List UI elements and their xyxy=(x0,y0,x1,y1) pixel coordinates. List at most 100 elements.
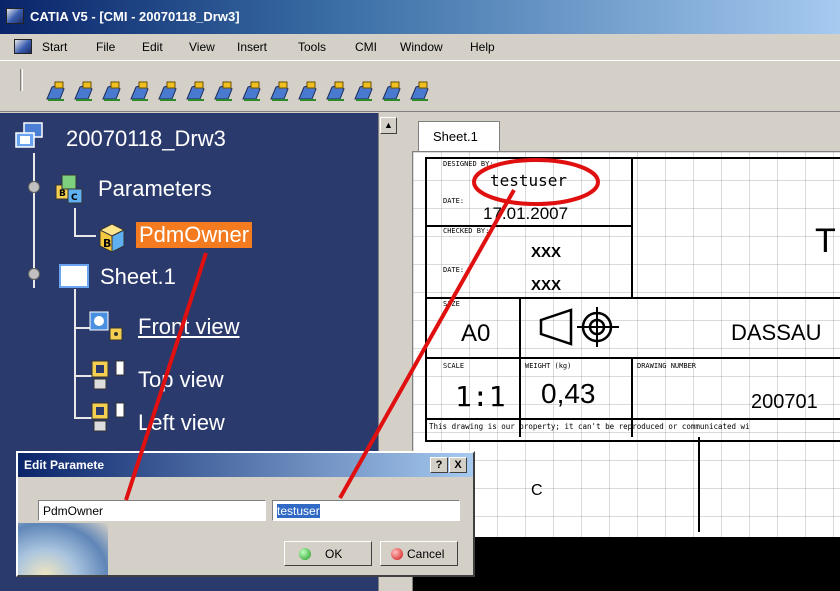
drawing-title-partial: T xyxy=(815,222,836,260)
drawing-tool-icon[interactable] xyxy=(44,79,68,103)
menu-edit[interactable]: Edit xyxy=(142,40,163,54)
catia-menu-icon[interactable] xyxy=(14,39,32,54)
drawing-tool-icon[interactable] xyxy=(380,79,404,103)
checked-by-value: XXX xyxy=(531,244,562,261)
catia-logo-icon xyxy=(6,8,24,24)
menu-insert[interactable]: Insert xyxy=(237,40,267,54)
menu-bar: Start File Edit View Insert Tools CMI Wi… xyxy=(0,34,840,60)
drawing-tool-icon[interactable] xyxy=(240,79,264,103)
cancel-icon xyxy=(391,548,403,560)
scroll-up-arrow-icon[interactable]: ▲ xyxy=(380,117,397,134)
drawing-tool-icon[interactable] xyxy=(100,79,124,103)
help-button[interactable]: ? xyxy=(430,457,448,473)
close-button[interactable]: X xyxy=(449,457,467,473)
collapse-toggle[interactable] xyxy=(28,268,40,280)
tree-connector xyxy=(74,208,76,236)
dialog-title-bar[interactable]: Edit Paramete ? X xyxy=(18,453,473,477)
tree-node-pdmowner[interactable]: PdmOwner xyxy=(136,222,253,248)
drawing-tool-icon[interactable] xyxy=(352,79,376,103)
parameter-name-field[interactable]: PdmOwner xyxy=(38,500,266,521)
drawing-number-value: 200701 xyxy=(751,391,818,413)
cancel-label: Cancel xyxy=(407,547,445,561)
drafting-toolbar xyxy=(0,60,840,112)
title-block-line xyxy=(425,297,840,299)
size-value: A0 xyxy=(461,320,491,347)
ok-button[interactable]: OK xyxy=(284,541,372,566)
title-block-line xyxy=(519,297,521,437)
tree-connector xyxy=(74,235,96,237)
svg-text:C: C xyxy=(71,193,78,203)
disclaimer-text: This drawing is our property; it can't b… xyxy=(429,422,750,431)
menu-view[interactable]: View xyxy=(189,40,215,54)
drawing-tool-icon[interactable] xyxy=(128,79,152,103)
title-block-line xyxy=(631,157,633,297)
drawing-tool-icon[interactable] xyxy=(184,79,208,103)
drawing-number-label: DRAWING NUMBER xyxy=(637,362,697,370)
grid-zone-letter: C xyxy=(531,482,543,499)
scale-label: SCALE xyxy=(443,362,465,370)
title-block-line xyxy=(425,357,840,359)
menu-tools[interactable]: Tools xyxy=(298,40,326,54)
tree-node-document[interactable]: 20070118_Drw3 xyxy=(66,126,226,152)
menu-file[interactable]: File xyxy=(96,40,115,54)
tree-connector xyxy=(74,289,76,417)
tree-node-left-view[interactable]: Left view xyxy=(138,410,225,436)
title-block-line xyxy=(425,418,840,420)
parameter-name-text: PdmOwner xyxy=(43,504,104,518)
drawing-tool-icon[interactable] xyxy=(156,79,180,103)
drawing-tool-icon[interactable] xyxy=(296,79,320,103)
catia-window: { "window": { "title": "CATIA V5 - [CMI … xyxy=(0,0,840,591)
tree-node-front-view[interactable]: Front view xyxy=(138,314,239,340)
size-label: SIZE xyxy=(443,300,460,308)
drawing-tool-icon[interactable] xyxy=(72,79,96,103)
date2-label: DATE: xyxy=(443,266,465,274)
top-view-icon[interactable] xyxy=(90,359,134,393)
menu-start[interactable]: Start xyxy=(42,40,67,54)
scale-value: 1:1 xyxy=(455,380,506,413)
parameter-value-field[interactable]: testuser xyxy=(272,500,460,521)
parameter-value-text: testuser xyxy=(277,504,320,518)
edit-parameter-dialog: Edit Paramete ? X PdmOwner testuser OK C… xyxy=(16,451,475,577)
drawing-tool-icon[interactable] xyxy=(408,79,432,103)
designed-by-value: testuser xyxy=(490,171,568,190)
title-bar[interactable]: CATIA V5 - [CMI - 20070118_Drw3] xyxy=(0,0,840,34)
left-view-icon[interactable] xyxy=(90,401,134,435)
front-view-icon[interactable] xyxy=(88,310,132,344)
menu-cmi[interactable]: CMI xyxy=(355,40,377,54)
window-title: CATIA V5 - [CMI - 20070118_Drw3] xyxy=(30,9,240,24)
collapse-toggle[interactable] xyxy=(28,181,40,193)
svg-text:B: B xyxy=(59,189,66,199)
weight-label: WEIGHT (kg) xyxy=(525,362,572,370)
ok-icon xyxy=(299,548,311,560)
dialog-title: Edit Paramete xyxy=(24,458,105,472)
checked-by-label: CHECKED BY: xyxy=(443,227,490,235)
tree-node-top-view[interactable]: Top view xyxy=(138,367,224,393)
drawing-document-icon[interactable] xyxy=(14,121,54,155)
menu-help[interactable]: Help xyxy=(470,40,495,54)
drawing-tool-icon[interactable] xyxy=(212,79,236,103)
sheet-border-strip xyxy=(413,537,840,591)
designed-by-label: DESIGNED BY: xyxy=(443,160,494,168)
menu-window[interactable]: Window xyxy=(400,40,443,54)
tree-node-parameters[interactable]: Parameters xyxy=(98,176,212,202)
ok-label: OK xyxy=(325,547,343,561)
weight-value: 0,43 xyxy=(541,378,596,409)
tree-node-sheet[interactable]: Sheet.1 xyxy=(100,264,176,290)
drawing-tool-icon[interactable] xyxy=(324,79,348,103)
drawing-tool-icon[interactable] xyxy=(268,79,292,103)
cancel-button[interactable]: Cancel xyxy=(380,541,458,566)
dialog-decoration xyxy=(18,523,108,575)
date-value: 17.01.2007 xyxy=(483,204,569,223)
drawing-sheet[interactable]: DESIGNED BY: testuser DATE: 17.01.2007 C… xyxy=(412,151,840,591)
parameter-icon[interactable]: B xyxy=(94,218,130,253)
title-block-line xyxy=(698,437,700,532)
tab-sheet-1[interactable]: Sheet.1 xyxy=(418,121,500,151)
parameters-icon[interactable]: B C xyxy=(52,171,92,207)
projection-symbol-icon xyxy=(539,307,619,347)
sheet-icon[interactable] xyxy=(58,263,90,289)
company-name: DASSAU xyxy=(731,320,822,345)
date2-value: XXX xyxy=(531,277,562,294)
svg-text:B: B xyxy=(103,237,111,250)
toolbar-grip[interactable] xyxy=(20,69,23,91)
date-label: DATE: xyxy=(443,197,465,205)
